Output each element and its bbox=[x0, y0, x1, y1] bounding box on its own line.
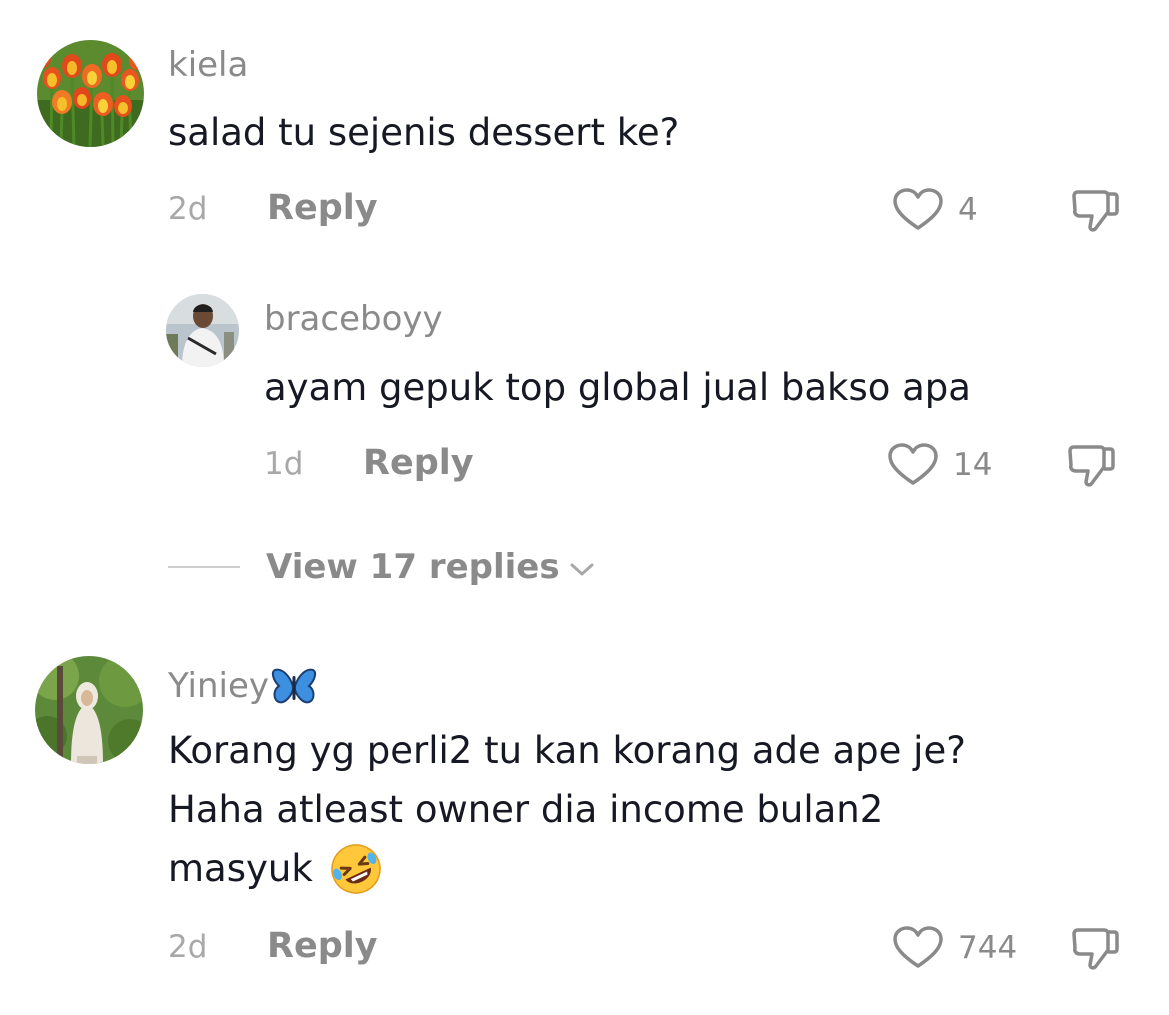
comment-text-line-1: Korang yg perli2 tu kan korang ade ape j… bbox=[168, 729, 966, 772]
avatar-kiela[interactable] bbox=[37, 40, 144, 147]
butterfly-emoji-icon bbox=[271, 668, 317, 704]
thumbs-down-icon bbox=[1072, 928, 1119, 970]
like-button[interactable]: 744 bbox=[892, 926, 1017, 970]
comment-username-text: Yiniey bbox=[168, 666, 270, 706]
woman-in-garden-photo-icon bbox=[35, 656, 143, 764]
thumbs-down-icon bbox=[1068, 445, 1115, 487]
reply-button[interactable]: Reply bbox=[363, 446, 474, 481]
like-count: 14 bbox=[953, 446, 993, 483]
chevron-down-icon bbox=[570, 563, 594, 576]
heart-icon bbox=[888, 443, 938, 485]
tulips-photo-icon bbox=[37, 40, 144, 147]
like-button[interactable]: 14 bbox=[887, 443, 992, 487]
view-replies-divider bbox=[168, 566, 240, 568]
reply-text: ayam gepuk top global jual bakso apa bbox=[264, 366, 971, 409]
person-photo-icon bbox=[166, 294, 239, 367]
reply-username[interactable]: braceboyy bbox=[264, 302, 443, 336]
dislike-button[interactable] bbox=[1070, 186, 1122, 238]
view-replies-label: View 17 replies bbox=[266, 547, 560, 587]
heart-icon bbox=[893, 188, 943, 230]
comment-text-line-3: masyuk bbox=[168, 839, 383, 898]
comment-text-line-3-text: masyuk bbox=[168, 847, 313, 890]
thumbs-down-icon bbox=[1072, 190, 1119, 232]
like-count: 744 bbox=[958, 929, 1018, 966]
avatar-yiniey[interactable] bbox=[35, 656, 143, 764]
avatar-braceboyy[interactable] bbox=[166, 294, 239, 367]
rolling-on-floor-laughing-emoji-icon bbox=[331, 843, 381, 894]
dislike-button[interactable] bbox=[1070, 924, 1122, 976]
like-count: 4 bbox=[958, 191, 978, 228]
reply-timestamp: 1d bbox=[264, 446, 304, 482]
reply-button[interactable]: Reply bbox=[267, 191, 378, 226]
comment-text: salad tu sejenis dessert ke? bbox=[168, 111, 680, 154]
reply-button[interactable]: Reply bbox=[267, 929, 378, 964]
comment-username[interactable]: Yiniey bbox=[168, 666, 317, 706]
comment-timestamp: 2d bbox=[168, 929, 208, 965]
comment-timestamp: 2d bbox=[168, 191, 208, 227]
comment-text-line-2: Haha atleast owner dia income bulan2 bbox=[168, 788, 884, 831]
comment-username[interactable]: kiela bbox=[168, 48, 248, 82]
view-replies-button[interactable]: View 17 replies bbox=[168, 550, 596, 584]
heart-icon bbox=[893, 926, 943, 968]
like-button[interactable]: 4 bbox=[892, 188, 978, 232]
dislike-button[interactable] bbox=[1066, 441, 1118, 493]
